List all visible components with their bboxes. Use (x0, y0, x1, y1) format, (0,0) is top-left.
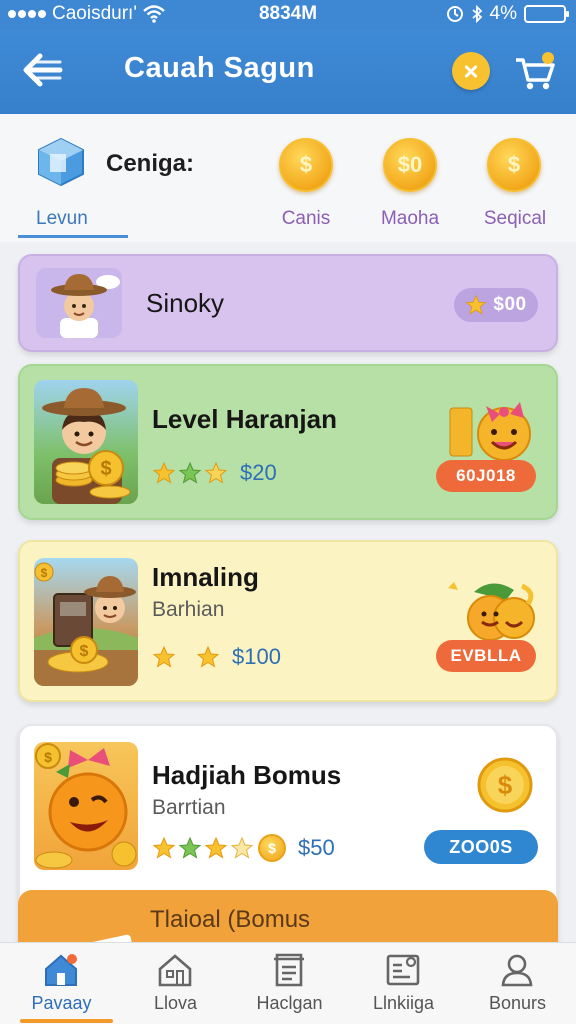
star-icon (204, 461, 228, 484)
category-tabs: Ceniga: Levun $ Canis $0 Maoha $ Seqical (0, 114, 576, 242)
tab-label: Maoha (380, 208, 440, 229)
svg-text:$: $ (80, 643, 89, 660)
cowboy-avatar-icon (51, 274, 120, 338)
star-icon (204, 836, 228, 859)
tab-label: Canis (281, 208, 331, 229)
home-icon (45, 954, 77, 986)
star-icon (196, 645, 220, 668)
bottom-navigation: Pavaay Llova Haclgan Llnkiiga Bonurs (0, 942, 576, 1024)
card-price: $100 (232, 644, 281, 669)
gallery-icon (386, 954, 420, 986)
close-button[interactable] (452, 52, 490, 90)
card-subtitle: Barrtian (152, 796, 226, 819)
bluetooth-icon (471, 5, 482, 23)
app-bar: Cauah Sagun (0, 30, 576, 114)
happy-fruit-icon: $ (35, 743, 137, 869)
star-icon (152, 645, 176, 668)
card-subtitle: Barhian (152, 598, 225, 621)
claim-button[interactable]: EVBLLA (436, 640, 536, 672)
star-icon (230, 836, 254, 859)
price-badge[interactable]: $00 (454, 288, 538, 322)
card-title: Level Haranjan (152, 404, 337, 434)
character-thumbnail (36, 268, 122, 338)
alarm-icon (446, 6, 463, 22)
nav-label: Llnkiiga (372, 993, 435, 1013)
card-title: Hadjiah Bomus (152, 760, 342, 790)
coin-icon: $ (258, 834, 286, 862)
character-thumbnail: $ (34, 380, 138, 504)
page-title: Cauah Sagun (124, 52, 315, 84)
mascot-icon (449, 402, 531, 461)
tab-label: Levun (36, 208, 88, 229)
svg-text:$: $ (44, 749, 52, 765)
coin-icon: $ (487, 138, 541, 192)
star-icon (178, 836, 202, 859)
nav-label: Pavaay (31, 993, 92, 1013)
star-icon (466, 294, 487, 315)
battery-icon (524, 5, 569, 23)
svg-text:$: $ (41, 566, 48, 580)
redeem-button[interactable]: ZOO0S (424, 830, 538, 864)
offer-card-sinoky[interactable]: Sinoky $00 (18, 254, 558, 352)
coin-icon: $ (279, 138, 333, 192)
tab-levun[interactable]: Ceniga: Levun (18, 114, 194, 238)
coin-icon: $ (477, 757, 533, 813)
svg-text:$: $ (100, 458, 111, 480)
svg-text:$: $ (498, 770, 513, 800)
tab-seqical[interactable]: $ Seqical (468, 114, 562, 242)
tab-heading: Ceniga: (106, 150, 195, 177)
nav-label: Haclgan (256, 993, 323, 1013)
back-arrow-icon[interactable] (20, 50, 64, 90)
card-title: Imnaling (152, 562, 259, 592)
star-icon (178, 461, 202, 484)
nav-item-bonurs[interactable]: Bonurs (460, 943, 575, 1024)
card-price: $50 (298, 835, 335, 860)
card-title: Sinoky (146, 288, 225, 318)
claim-button[interactable]: 60J018 (436, 460, 536, 492)
house-icon (158, 954, 192, 987)
nav-item-llova[interactable]: Llova (118, 943, 233, 1024)
offer-card-imnaling[interactable]: $ $ Imnaling Barhian $100 EVBLLA (18, 540, 558, 702)
battery-percent: 4% (489, 3, 517, 24)
cowboy-coins-icon: $ (42, 388, 131, 504)
star-icon (152, 461, 176, 484)
character-thumbnail: $ (34, 742, 138, 870)
nav-label: Llova (153, 993, 198, 1013)
star-rating: $100 (152, 644, 281, 670)
nav-item-pavaay[interactable]: Pavaay (4, 943, 119, 1024)
card-title: Tlaioal (Bomus (150, 906, 311, 933)
star-rating: $ $50 (152, 834, 335, 862)
list-icon (274, 953, 304, 987)
tab-maoha[interactable]: $0 Maoha (364, 114, 456, 242)
nav-item-llnkiiga[interactable]: Llnkiiga (346, 943, 461, 1024)
character-thumbnail: $ $ (34, 558, 138, 686)
tab-canis[interactable]: $ Canis (260, 114, 352, 242)
cart-icon[interactable] (514, 50, 558, 94)
card-price: $20 (240, 460, 277, 485)
star-rating: $20 (152, 460, 277, 486)
star-icon (152, 836, 176, 859)
nav-label: Bonurs (488, 993, 547, 1013)
user-icon (501, 954, 533, 987)
tab-label: Seqical (483, 208, 547, 229)
coin-icon: $0 (383, 138, 437, 192)
status-bar: Caoisdurı' 8834M 4% (0, 0, 576, 30)
cube-icon (38, 137, 84, 187)
cowboy-safe-icon: $ $ (34, 562, 138, 686)
nav-item-haclgan[interactable]: Haclgan (232, 943, 347, 1024)
offer-card-level[interactable]: $ Level Haranjan $20 60J018 (18, 364, 558, 520)
mascot-icon (448, 582, 535, 641)
